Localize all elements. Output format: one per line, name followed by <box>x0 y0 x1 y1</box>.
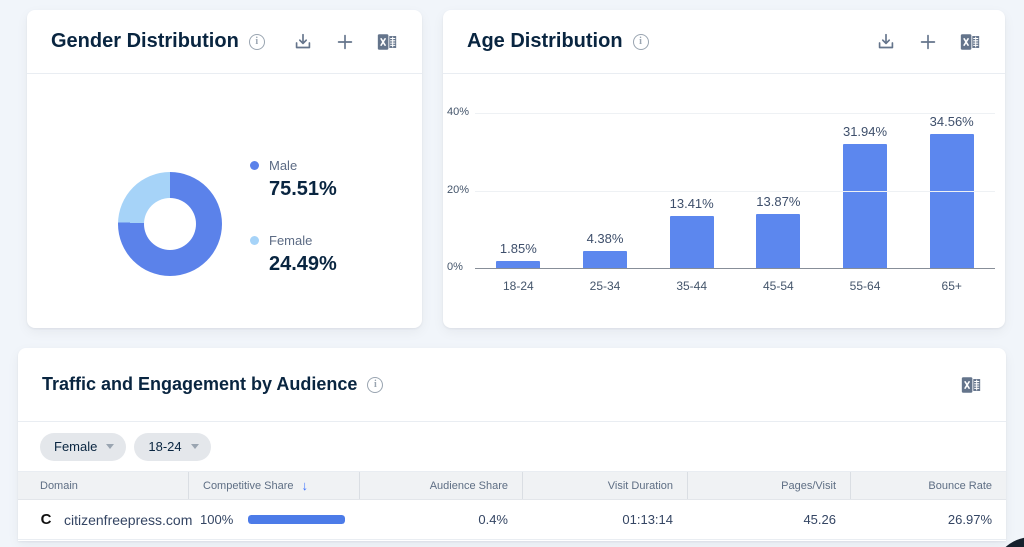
age-bar-slot: 31.94% <box>822 124 909 268</box>
column-header-audience-share[interactable]: Audience Share <box>359 472 522 499</box>
gender-filter-dropdown[interactable]: Female <box>40 433 126 461</box>
gender-legend: Male 75.51% Female 24.49% <box>250 158 337 276</box>
domain-link[interactable]: citizenfreepress.com <box>64 512 192 528</box>
info-icon[interactable]: i <box>367 377 383 393</box>
gender-distribution-card: Gender Distribution i Male 75.51% <box>27 10 422 328</box>
chevron-down-icon <box>106 444 114 449</box>
age-bar[interactable] <box>930 134 974 268</box>
gender-chart-body: Male 75.51% Female 24.49% <box>27 74 422 327</box>
pages-per-visit-cell: 45.26 <box>687 512 850 527</box>
sort-descending-icon: ↓ <box>302 478 309 493</box>
column-header-competitive-share[interactable]: Competitive Share ↓ <box>188 472 359 499</box>
traffic-card-title: Traffic and Engagement by Audience <box>42 374 357 395</box>
female-percent-value: 24.49% <box>250 253 337 276</box>
legend-item-female[interactable]: Female 24.49% <box>250 233 337 276</box>
gender-card-actions <box>292 31 398 53</box>
traffic-engagement-card: Traffic and Engagement by Audience i Fem… <box>18 348 1006 541</box>
age-bar[interactable] <box>843 144 887 268</box>
traffic-card-actions <box>960 374 982 396</box>
gridline <box>475 191 995 192</box>
table-header-row: Domain Competitive Share ↓ Audience Shar… <box>18 472 1006 500</box>
male-legend-dot <box>250 161 259 170</box>
male-legend-label: Male <box>269 158 297 173</box>
age-bar-slot: 13.87% <box>735 194 822 268</box>
gender-card-title: Gender Distribution <box>51 30 239 53</box>
age-bar-slot: 1.85% <box>475 241 562 268</box>
gender-filter-value: Female <box>54 439 97 454</box>
x-axis-label: 18-24 <box>475 279 562 293</box>
column-header-bounce-rate[interactable]: Bounce Rate <box>850 472 1006 499</box>
age-card-header: Age Distribution i <box>443 10 1005 74</box>
excel-export-icon[interactable] <box>959 31 981 53</box>
legend-item-male[interactable]: Male 75.51% <box>250 158 337 201</box>
info-icon[interactable]: i <box>633 34 649 50</box>
age-chart-body: 0% 20% 40% 1.85% 4.38% 13.41% 13.87% 31.94% 34.… <box>443 74 1005 327</box>
age-distribution-card: Age Distribution i 0% 20% 40% 1.85% 4.38% 13… <box>443 10 1005 328</box>
bar-value-label: 13.87% <box>756 194 800 209</box>
age-bar[interactable] <box>496 261 540 268</box>
age-filter-dropdown[interactable]: 18-24 <box>134 433 210 461</box>
bar-value-label: 31.94% <box>843 124 887 139</box>
competitive-share-value: 100% <box>200 512 236 527</box>
y-axis-label: 40% <box>447 106 473 118</box>
add-to-dashboard-icon[interactable] <box>334 31 356 53</box>
age-filter-value: 18-24 <box>148 439 181 454</box>
excel-export-icon[interactable] <box>960 374 982 396</box>
competitive-share-track <box>248 515 345 524</box>
audience-share-cell: 0.4% <box>359 512 522 527</box>
x-axis-label: 35-44 <box>648 279 735 293</box>
download-icon[interactable] <box>875 31 897 53</box>
audience-filter-bar: Female 18-24 <box>18 422 1006 472</box>
column-header-pages-per-visit[interactable]: Pages/Visit <box>687 472 850 499</box>
column-header-domain[interactable]: Domain <box>18 472 188 499</box>
age-bar-slot: 13.41% <box>648 196 735 268</box>
y-axis-label: 20% <box>447 184 473 196</box>
competitive-share-bar <box>248 515 345 524</box>
bar-value-label: 13.41% <box>670 196 714 211</box>
age-bar[interactable] <box>583 251 627 268</box>
bar-value-label: 1.85% <box>500 241 537 256</box>
bar-value-label: 4.38% <box>587 231 624 246</box>
competitive-share-cell: 100% <box>188 512 359 527</box>
visit-duration-cell: 01:13:14 <box>522 512 687 527</box>
download-icon[interactable] <box>292 31 314 53</box>
age-card-actions <box>875 31 981 53</box>
age-bar[interactable] <box>670 216 714 268</box>
x-axis-label: 55-64 <box>822 279 909 293</box>
bar-value-label: 34.56% <box>930 114 974 129</box>
chevron-down-icon <box>191 444 199 449</box>
y-axis-label: 0% <box>447 261 473 273</box>
bounce-rate-cell: 26.97% <box>850 512 1006 527</box>
age-plot: 1.85% 4.38% 13.41% 13.87% 31.94% 34.56% 18-24… <box>475 74 995 327</box>
info-icon[interactable]: i <box>249 34 265 50</box>
x-axis-label: 25-34 <box>562 279 649 293</box>
excel-export-icon[interactable] <box>376 31 398 53</box>
female-legend-label: Female <box>269 233 312 248</box>
age-bar-slot: 4.38% <box>562 231 649 268</box>
x-axis-line <box>475 268 995 269</box>
domain-cell: C citizenfreepress.com <box>18 511 188 528</box>
gender-donut[interactable] <box>118 172 222 276</box>
female-legend-dot <box>250 236 259 245</box>
age-xlabels-row: 18-2425-3435-4445-5455-6465+ <box>475 279 995 293</box>
age-bar[interactable] <box>756 214 800 268</box>
x-axis-label: 65+ <box>908 279 995 293</box>
add-to-dashboard-icon[interactable] <box>917 31 939 53</box>
site-favicon: C <box>38 511 54 528</box>
x-axis-label: 45-54 <box>735 279 822 293</box>
table-row[interactable]: C citizenfreepress.com 100% 0.4% 01:13:1… <box>18 500 1006 540</box>
gridline <box>475 113 995 114</box>
age-card-title: Age Distribution <box>467 30 623 53</box>
male-percent-value: 75.51% <box>250 178 337 201</box>
gender-card-header: Gender Distribution i <box>27 10 422 74</box>
traffic-card-header: Traffic and Engagement by Audience i <box>18 348 1006 422</box>
age-bars-row: 1.85% 4.38% 13.41% 13.87% 31.94% 34.56% <box>475 74 995 268</box>
column-header-visit-duration[interactable]: Visit Duration <box>522 472 687 499</box>
